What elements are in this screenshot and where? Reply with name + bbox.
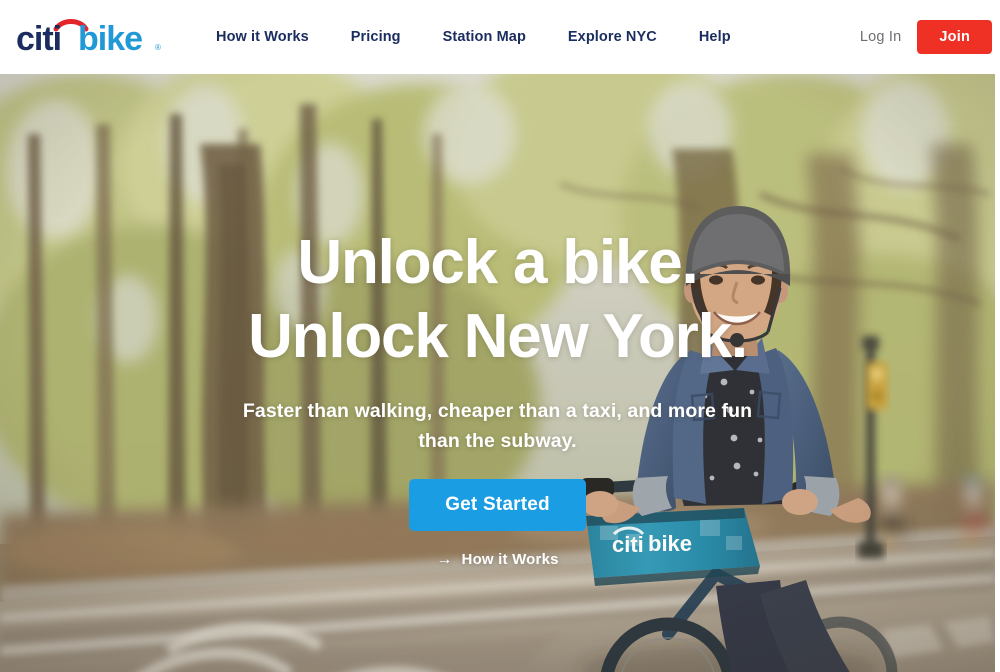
nav-pricing[interactable]: Pricing xyxy=(330,29,422,45)
hero-headline-line1: Unlock a bike. xyxy=(297,228,698,297)
svg-text:citi: citi xyxy=(16,20,61,57)
hero-headline-line2: Unlock New York. xyxy=(248,302,748,371)
hero-headline: Unlock a bike. Unlock New York. xyxy=(248,226,748,374)
svg-text:bike: bike xyxy=(78,20,142,57)
svg-text:®: ® xyxy=(155,43,161,52)
log-in-link[interactable]: Log In xyxy=(860,29,902,45)
nav-help[interactable]: Help xyxy=(678,29,752,45)
citi-bike-logo-icon: citi bike ® xyxy=(16,19,161,57)
site-header: citi bike ® How it Works Pricing Station… xyxy=(0,0,1000,74)
hero-subtitle: Faster than walking, cheaper than a taxi… xyxy=(242,400,753,452)
header-account-actions: Log In Join xyxy=(860,0,992,74)
nav-explore-nyc[interactable]: Explore NYC xyxy=(547,29,678,45)
nav-station-map[interactable]: Station Map xyxy=(422,29,547,45)
hero-section: citi bike xyxy=(0,74,995,672)
nav-how-it-works[interactable]: How it Works xyxy=(204,29,330,45)
right-gutter xyxy=(995,74,1000,672)
citi-bike-logo[interactable]: citi bike ® xyxy=(16,17,162,57)
how-it-works-link-label: How it Works xyxy=(461,551,559,568)
how-it-works-link[interactable]: → How it Works xyxy=(436,551,558,568)
join-button[interactable]: Join xyxy=(917,20,992,54)
get-started-button[interactable]: Get Started xyxy=(409,479,586,531)
arrow-right-icon: → xyxy=(436,550,453,568)
main-navigation: How it Works Pricing Station Map Explore… xyxy=(204,29,752,45)
citi-bike-homepage: citi bike ® How it Works Pricing Station… xyxy=(0,0,1000,672)
